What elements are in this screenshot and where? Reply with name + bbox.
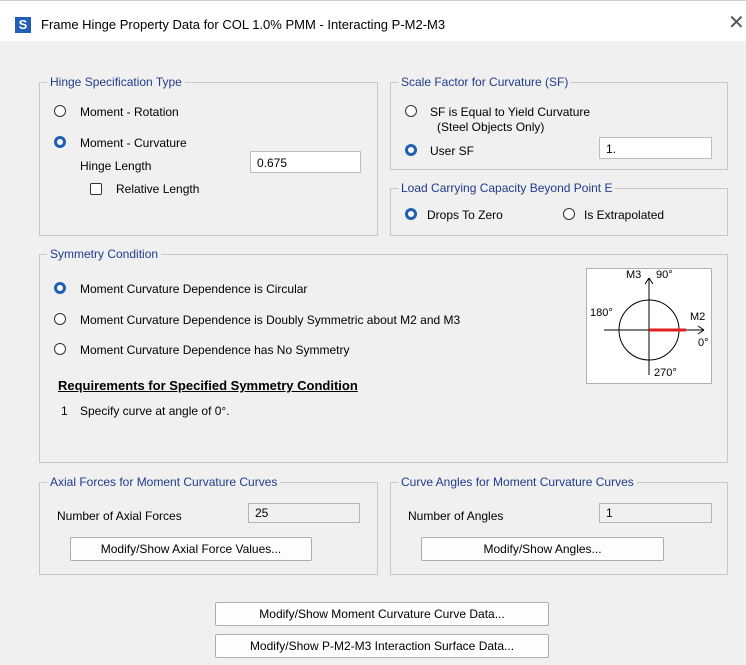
- is-extrapolated-label: Is Extrapolated: [584, 208, 665, 222]
- window-title: Frame Hinge Property Data for COL 1.0% P…: [41, 17, 446, 32]
- requirement-text: Specify curve at angle of 0°.: [80, 404, 230, 418]
- deg0-label: 0°: [698, 337, 709, 349]
- scale-factor-label: Scale Factor for Curvature (SF): [398, 75, 572, 89]
- sf-yield-label: SF is Equal to Yield Curvature: [430, 105, 591, 119]
- deg90-label: 90°: [656, 269, 673, 281]
- requirements-title: Requirements for Specified Symmetry Cond…: [58, 378, 358, 393]
- user-sf-input[interactable]: 1.: [599, 137, 712, 159]
- axial-forces-label: Axial Forces for Moment Curvature Curves: [47, 475, 281, 489]
- relative-length-checkbox[interactable]: [90, 183, 102, 195]
- is-extrapolated-radio[interactable]: [563, 208, 575, 220]
- curve-angles-group: Curve Angles for Moment Curvature Curves: [390, 475, 728, 575]
- curve-angles-label: Curve Angles for Moment Curvature Curves: [398, 475, 637, 489]
- symmetry-doubly-radio[interactable]: [54, 313, 66, 325]
- hinge-length-input[interactable]: 0.675: [250, 151, 361, 173]
- title-bar: S Frame Hinge Property Data for COL 1.0%…: [0, 1, 746, 41]
- axial-forces-group: Axial Forces for Moment Curvature Curves: [39, 475, 378, 575]
- axial-count-field: 25: [248, 503, 360, 523]
- requirement-number: 1: [61, 404, 68, 418]
- hinge-spec-label: Hinge Specification Type: [47, 75, 185, 89]
- hinge-length-label: Hinge Length: [80, 159, 152, 173]
- deg270-label: 270°: [654, 367, 677, 379]
- deg180-label: 180°: [590, 307, 613, 319]
- sf-yield-sub-label: (Steel Objects Only): [437, 120, 545, 134]
- symmetry-circular-radio[interactable]: [54, 282, 66, 294]
- user-sf-radio[interactable]: [405, 144, 417, 156]
- axial-force-values-button[interactable]: Modify/Show Axial Force Values...: [70, 537, 312, 561]
- axial-count-label: Number of Axial Forces: [57, 509, 182, 523]
- dialog-window: S Frame Hinge Property Data for COL 1.0%…: [0, 0, 746, 665]
- drops-to-zero-label: Drops To Zero: [427, 208, 503, 222]
- moment-rotation-radio[interactable]: [54, 105, 66, 117]
- m3-label: M3: [626, 269, 641, 281]
- moment-curvature-label: Moment - Curvature: [80, 136, 187, 150]
- symmetry-none-label: Moment Curvature Dependence has No Symme…: [80, 343, 350, 357]
- moment-curvature-curve-data-button[interactable]: Modify/Show Moment Curvature Curve Data.…: [215, 602, 549, 626]
- user-sf-label: User SF: [430, 144, 475, 158]
- moment-curvature-radio[interactable]: [54, 136, 66, 148]
- modify-angles-button[interactable]: Modify/Show Angles...: [421, 537, 664, 561]
- symmetry-circular-label: Moment Curvature Dependence is Circular: [80, 282, 308, 296]
- symmetry-doubly-label: Moment Curvature Dependence is Doubly Sy…: [80, 313, 461, 327]
- moment-rotation-label: Moment - Rotation: [80, 105, 179, 119]
- angles-count-field: 1: [599, 503, 712, 523]
- sf-yield-radio[interactable]: [405, 105, 417, 117]
- interaction-surface-data-button[interactable]: Modify/Show P-M2-M3 Interaction Surface …: [215, 634, 549, 658]
- app-logo-icon: S: [15, 17, 31, 33]
- close-icon[interactable]: ✕: [728, 13, 745, 33]
- m2-label: M2: [690, 311, 705, 323]
- relative-length-label: Relative Length: [116, 182, 200, 196]
- angles-count-label: Number of Angles: [408, 509, 504, 523]
- angle-diagram: M3 90° 180° M2 0° 270°: [586, 268, 712, 384]
- symmetry-label: Symmetry Condition: [47, 247, 162, 261]
- load-capacity-label: Load Carrying Capacity Beyond Point E: [398, 181, 616, 195]
- drops-to-zero-radio[interactable]: [405, 208, 417, 220]
- symmetry-none-radio[interactable]: [54, 343, 66, 355]
